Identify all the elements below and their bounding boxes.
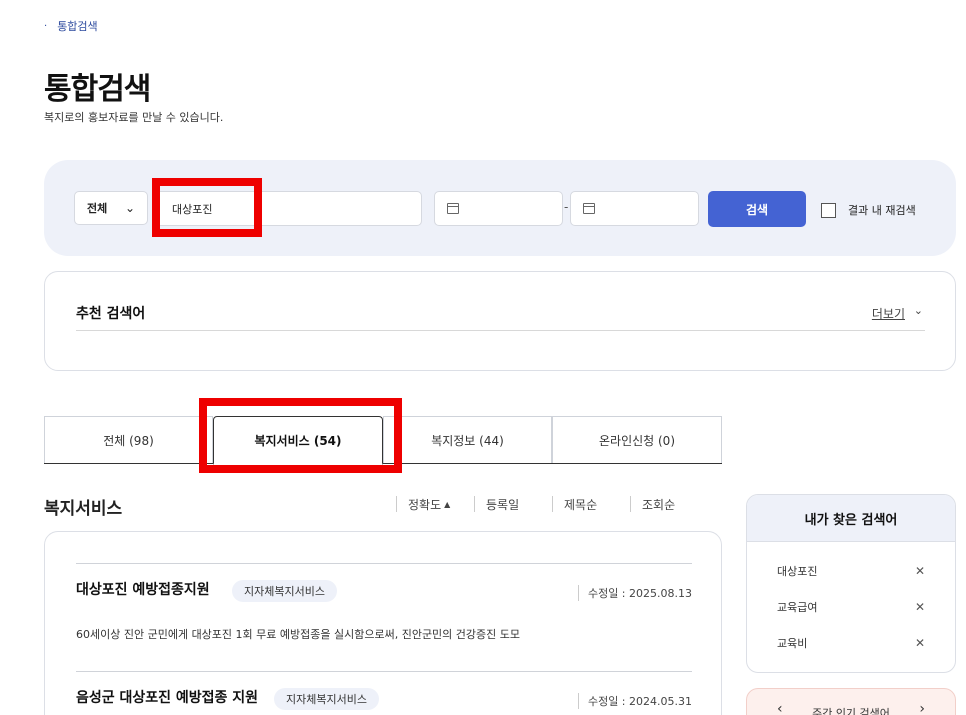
divider <box>76 330 925 331</box>
end-date-field[interactable] <box>570 191 699 226</box>
search-history-panel: 내가 찾은 검색어 대상포진 ✕ 교육급여 ✕ 교육비 ✕ <box>746 494 956 673</box>
tab-welfare-services[interactable]: 복지서비스 (54) <box>213 416 383 465</box>
recheck-option[interactable]: 결과 내 재검색 <box>821 202 916 218</box>
result-list: 대상포진 예방접종지원 지자체복지서비스 수정일 : 2025.08.13 60… <box>44 531 722 715</box>
result-description: 60세이상 진안 군민에게 대상포진 1회 무료 예방접종을 실시함으로써, 진… <box>76 628 521 641</box>
recheck-label: 결과 내 재검색 <box>848 204 916 217</box>
category-badge: 지자체복지서비스 <box>274 688 379 710</box>
history-item[interactable]: 대상포진 ✕ <box>777 561 925 581</box>
result-title[interactable]: 대상포진 예방접종지원 <box>76 579 210 599</box>
search-button[interactable]: 검색 <box>708 191 806 227</box>
result-tabs: 전체 (98) 복지서비스 (54) 복지정보 (44) 온라인신청 (0) <box>44 416 722 465</box>
calendar-icon <box>583 203 595 214</box>
breadcrumb-dot: · <box>44 20 48 32</box>
close-icon[interactable]: ✕ <box>915 600 925 614</box>
history-keyword[interactable]: 교육비 <box>777 635 807 651</box>
tab-online-application[interactable]: 온라인신청 (0) <box>552 416 722 463</box>
start-date-field[interactable] <box>434 191 563 226</box>
page-title: 통합검색 <box>44 72 151 107</box>
chevron-down-icon: ⌄ <box>913 304 923 317</box>
tab-all[interactable]: 전체 (98) <box>44 416 213 463</box>
close-icon[interactable]: ✕ <box>915 636 925 650</box>
category-badge: 지자체복지서비스 <box>232 580 337 602</box>
sort-date[interactable]: 등록일 <box>474 496 552 512</box>
list-item[interactable]: 음성군 대상포진 예방접종 지원 지자체복지서비스 수정일 : 2024.05.… <box>76 671 692 715</box>
breadcrumb: · 통합검색 <box>44 18 98 34</box>
history-item[interactable]: 교육비 ✕ <box>777 633 925 653</box>
history-item[interactable]: 교육급여 ✕ <box>777 597 925 617</box>
sort-accuracy-label: 정확도 <box>408 497 442 512</box>
recheck-checkbox[interactable] <box>821 202 836 218</box>
sort-date-label: 등록일 <box>486 497 520 512</box>
section-title: 복지서비스 <box>44 499 123 519</box>
sort-up-icon: ▲ <box>444 499 451 509</box>
search-panel: 전체 ⌄ - 검색 결과 내 재검색 <box>44 160 956 256</box>
history-keyword[interactable]: 교육급여 <box>777 599 817 615</box>
scope-select-value: 전체 <box>87 202 108 215</box>
calendar-icon <box>447 203 459 214</box>
recommended-keywords: 추천 검색어 더보기 ⌄ <box>44 271 956 371</box>
recommended-title: 추천 검색어 <box>76 306 146 322</box>
chevron-right-icon[interactable]: › <box>919 701 925 715</box>
close-icon[interactable]: ✕ <box>915 564 925 578</box>
sort-views-label: 조회순 <box>642 497 676 512</box>
scope-select[interactable]: 전체 ⌄ <box>74 191 148 225</box>
sort-accuracy[interactable]: 정확도 ▲ <box>396 496 474 512</box>
popular-keywords-panel: ‹ 주간 인기 검색어 › <box>746 688 956 715</box>
sort-options: 정확도 ▲ 등록일 제목순 조회순 <box>396 496 690 512</box>
chevron-down-icon: ⌄ <box>124 201 135 215</box>
modified-date: 수정일 : 2025.08.13 <box>577 585 692 601</box>
search-history-title: 내가 찾은 검색어 <box>747 495 955 542</box>
sort-views[interactable]: 조회순 <box>630 496 690 512</box>
history-keyword[interactable]: 대상포진 <box>777 563 817 579</box>
result-title[interactable]: 음성군 대상포진 예방접종 지원 <box>76 687 258 707</box>
tab-welfare-info[interactable]: 복지정보 (44) <box>383 416 552 463</box>
sort-title-label: 제목순 <box>564 497 598 512</box>
page-description: 복지로의 홍보자료를 만날 수 있습니다. <box>44 111 224 124</box>
breadcrumb-current[interactable]: 통합검색 <box>57 18 97 34</box>
sort-title[interactable]: 제목순 <box>552 496 630 512</box>
date-separator: - <box>564 200 569 214</box>
list-item[interactable]: 대상포진 예방접종지원 지자체복지서비스 수정일 : 2025.08.13 60… <box>76 563 692 671</box>
modified-date: 수정일 : 2024.05.31 <box>577 693 692 709</box>
search-input[interactable] <box>154 191 422 226</box>
more-link[interactable]: 더보기 <box>872 305 905 322</box>
